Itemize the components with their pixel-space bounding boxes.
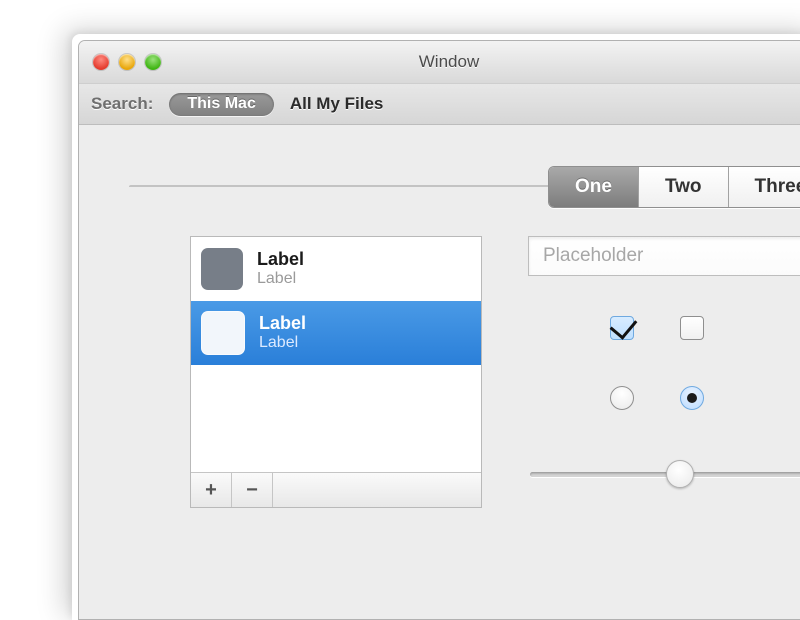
scope-this-mac[interactable]: This Mac	[169, 93, 273, 116]
tab-two[interactable]: Two	[639, 167, 729, 207]
add-button[interactable]: +	[191, 473, 232, 507]
list-item-subtitle: Label	[259, 335, 306, 352]
checkbox-checked[interactable]	[610, 316, 634, 340]
list-item-title: Label	[259, 314, 306, 333]
list-footer: + −	[191, 472, 481, 507]
window-title: Window	[79, 41, 800, 83]
window: Window Search: This Mac All My Files One…	[78, 40, 800, 620]
slider-knob[interactable]	[666, 460, 694, 488]
list-item-subtitle: Label	[257, 271, 304, 288]
tab-three[interactable]: Three	[729, 167, 800, 207]
checkbox-unchecked[interactable]	[680, 316, 704, 340]
tab-one[interactable]: One	[549, 167, 639, 207]
radio-selected[interactable]	[680, 386, 704, 410]
swatch-icon	[201, 311, 245, 355]
scope-label: Search:	[91, 94, 153, 114]
titlebar: Window	[79, 41, 800, 84]
list-item[interactable]: Label Label	[191, 301, 481, 365]
text-input[interactable]	[541, 244, 800, 268]
source-list[interactable]: Label Label Label Label + −	[190, 236, 482, 508]
slider-track	[530, 472, 800, 477]
text-field[interactable]	[528, 236, 800, 276]
scope-bar: Search: This Mac All My Files	[79, 84, 800, 125]
group-box: One Two Three Label Label Label Label	[129, 185, 800, 187]
slider[interactable]	[530, 464, 800, 484]
remove-button[interactable]: −	[232, 473, 273, 507]
list-item[interactable]: Label Label	[191, 237, 481, 301]
swatch-icon	[201, 248, 243, 290]
radio-unselected[interactable]	[610, 386, 634, 410]
segmented-tabs: One Two Three	[548, 166, 800, 208]
scope-all-my-files[interactable]: All My Files	[290, 94, 384, 114]
list-item-title: Label	[257, 250, 304, 269]
